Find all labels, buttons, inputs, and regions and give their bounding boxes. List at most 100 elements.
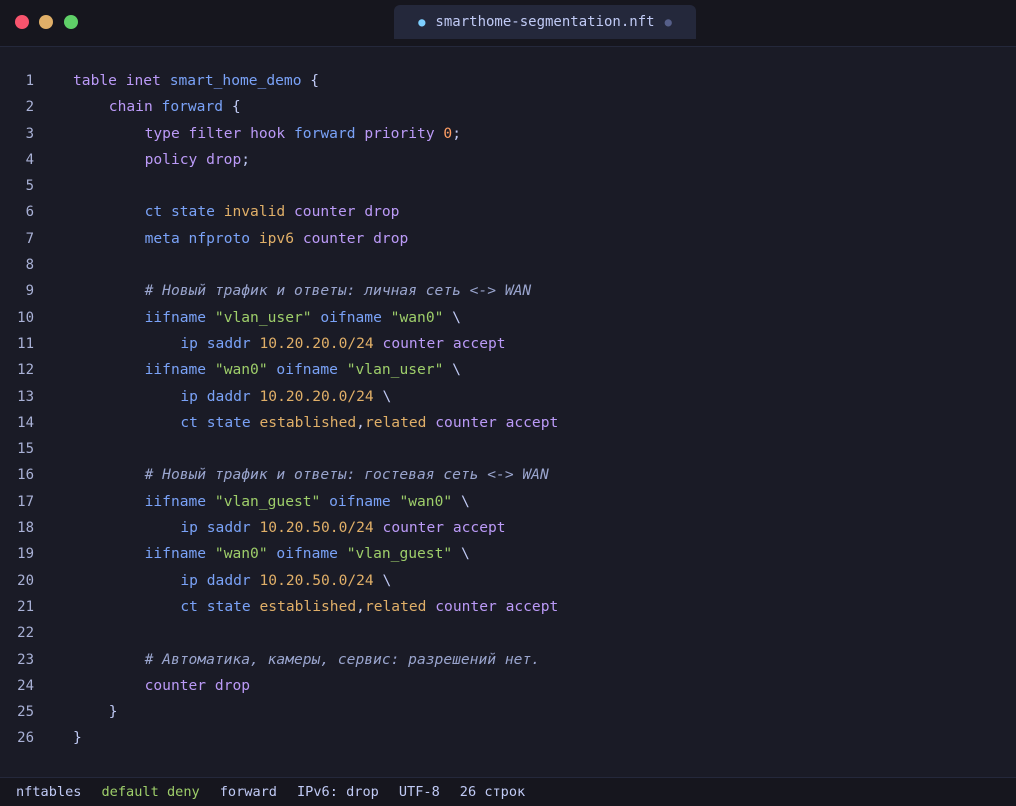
code-token: "vlan_guest" bbox=[346, 545, 453, 563]
code-line[interactable]: 3 type filter hook forward priority 0; bbox=[0, 121, 1016, 147]
code-token: ip bbox=[180, 519, 198, 537]
code-token: 10.20.50.0/24 bbox=[259, 519, 374, 537]
code-line[interactable]: 13 ip daddr 10.20.20.0/24 \ bbox=[0, 384, 1016, 410]
code-token: ip bbox=[180, 387, 198, 405]
maximize-window-button[interactable] bbox=[64, 15, 78, 29]
code-token: drop bbox=[206, 150, 242, 168]
code-line[interactable]: 14 ct state established,related counter a… bbox=[0, 410, 1016, 436]
code-token: policy bbox=[144, 150, 198, 168]
code-token: ; bbox=[241, 150, 251, 168]
code-line[interactable]: 12 iifname "wan0" oifname "vlan_user" \ bbox=[0, 357, 1016, 383]
code-line[interactable]: 9 # Новый трафик и ответы: личная сеть <-… bbox=[0, 278, 1016, 304]
status-bar: nftables default deny forward IPv6: drop… bbox=[0, 777, 1016, 806]
code-token: "vlan_user" bbox=[346, 361, 444, 379]
code-text: iifname "vlan_guest" oifname "wan0" \ bbox=[145, 489, 470, 515]
code-token: counter bbox=[435, 597, 497, 615]
code-line[interactable]: 26} bbox=[0, 725, 1016, 751]
line-number: 24 bbox=[17, 677, 34, 694]
code-token: "vlan_user" bbox=[214, 308, 312, 326]
code-token: oifname bbox=[329, 492, 391, 510]
line-number: 8 bbox=[25, 257, 34, 274]
code-token: table bbox=[73, 72, 117, 89]
status-encoding[interactable]: UTF-8 bbox=[399, 784, 440, 800]
code-token: nfproto bbox=[188, 229, 251, 247]
line-number: 13 bbox=[17, 388, 34, 405]
code-line[interactable]: 24 counter drop bbox=[0, 673, 1016, 699]
code-token: # Автоматика, камеры, сервис: разрешений… bbox=[144, 650, 540, 668]
code-line[interactable]: 17 iifname "vlan_guest" oifname "wan0" \ bbox=[0, 489, 1016, 515]
code-token: related bbox=[364, 597, 427, 615]
code-text: table inet smart_home_demo { bbox=[73, 68, 319, 94]
code-token: \ bbox=[452, 545, 470, 563]
status-line-count: 26 строк bbox=[459, 784, 526, 800]
code-text: chain forward { bbox=[109, 94, 241, 120]
code-line[interactable]: 21 ct state established,related counter a… bbox=[0, 594, 1016, 620]
code-line[interactable]: 15 bbox=[0, 436, 1016, 462]
line-number: 20 bbox=[17, 572, 34, 589]
code-token: drop bbox=[364, 203, 400, 221]
line-number: 16 bbox=[17, 467, 34, 484]
code-token: inet bbox=[125, 72, 161, 89]
code-line[interactable]: 6 ct state invalid counter drop bbox=[0, 199, 1016, 225]
line-number: 23 bbox=[17, 651, 34, 668]
minimize-window-button[interactable] bbox=[39, 15, 53, 29]
code-token: oifname bbox=[276, 545, 338, 563]
code-line[interactable]: 10 iifname "vlan_user" oifname "wan0" \ bbox=[0, 305, 1016, 331]
code-line[interactable]: 22 bbox=[0, 620, 1016, 646]
code-token: ip bbox=[180, 571, 198, 589]
code-token: smart_home_demo bbox=[169, 72, 302, 89]
code-token: invalid bbox=[223, 203, 286, 221]
code-line[interactable]: 2 chain forward { bbox=[0, 94, 1016, 120]
status-ipv6: IPv6: drop bbox=[297, 784, 379, 800]
code-line[interactable]: 11 ip saddr 10.20.20.0/24 counter accept bbox=[0, 331, 1016, 357]
code-editor[interactable]: 1 table inet smart_home_demo { 2 chain forw… bbox=[0, 68, 1016, 752]
line-number: 15 bbox=[17, 441, 34, 458]
code-text: ct state invalid counter drop bbox=[145, 199, 400, 225]
code-token: state bbox=[206, 597, 251, 615]
code-line[interactable]: 23 # Автоматика, камеры, сервис: разрешен… bbox=[0, 647, 1016, 673]
line-number: 17 bbox=[17, 493, 34, 510]
close-window-button[interactable] bbox=[15, 15, 29, 29]
code-token: counter bbox=[294, 203, 356, 221]
code-line[interactable]: 8 bbox=[0, 252, 1016, 278]
code-token: "vlan_guest" bbox=[214, 492, 321, 510]
line-number: 2 bbox=[25, 99, 34, 116]
status-language[interactable]: nftables bbox=[16, 784, 81, 800]
code-token: iifname bbox=[144, 545, 207, 563]
code-token: state bbox=[170, 203, 215, 221]
file-tab[interactable]: ● smarthome-segmentation.nft ● bbox=[394, 5, 696, 39]
code-line[interactable]: 7 meta nfproto ipv6 counter drop bbox=[0, 226, 1016, 252]
code-line[interactable]: 1 table inet smart_home_demo { bbox=[0, 68, 1016, 94]
status-chain: forward bbox=[219, 784, 277, 800]
code-line[interactable]: 18 ip saddr 10.20.50.0/24 counter accept bbox=[0, 515, 1016, 541]
code-token: ct bbox=[180, 597, 198, 615]
code-line[interactable]: 25} bbox=[0, 699, 1016, 725]
line-number: 25 bbox=[17, 704, 34, 721]
code-line[interactable]: 19 iifname "wan0" oifname "vlan_guest" \ bbox=[0, 541, 1016, 567]
code-line[interactable]: 20 ip daddr 10.20.50.0/24 \ bbox=[0, 568, 1016, 594]
unsaved-indicator-icon[interactable]: ● bbox=[665, 15, 672, 29]
code-line[interactable]: 5 bbox=[0, 173, 1016, 199]
code-token: accept bbox=[505, 413, 559, 431]
code-line[interactable]: 4 policy drop; bbox=[0, 147, 1016, 173]
code-token: counter bbox=[382, 334, 445, 352]
code-token: ipv6 bbox=[258, 229, 295, 247]
code-line[interactable]: 16 # Новый трафик и ответы: гостевая сеть… bbox=[0, 462, 1016, 488]
